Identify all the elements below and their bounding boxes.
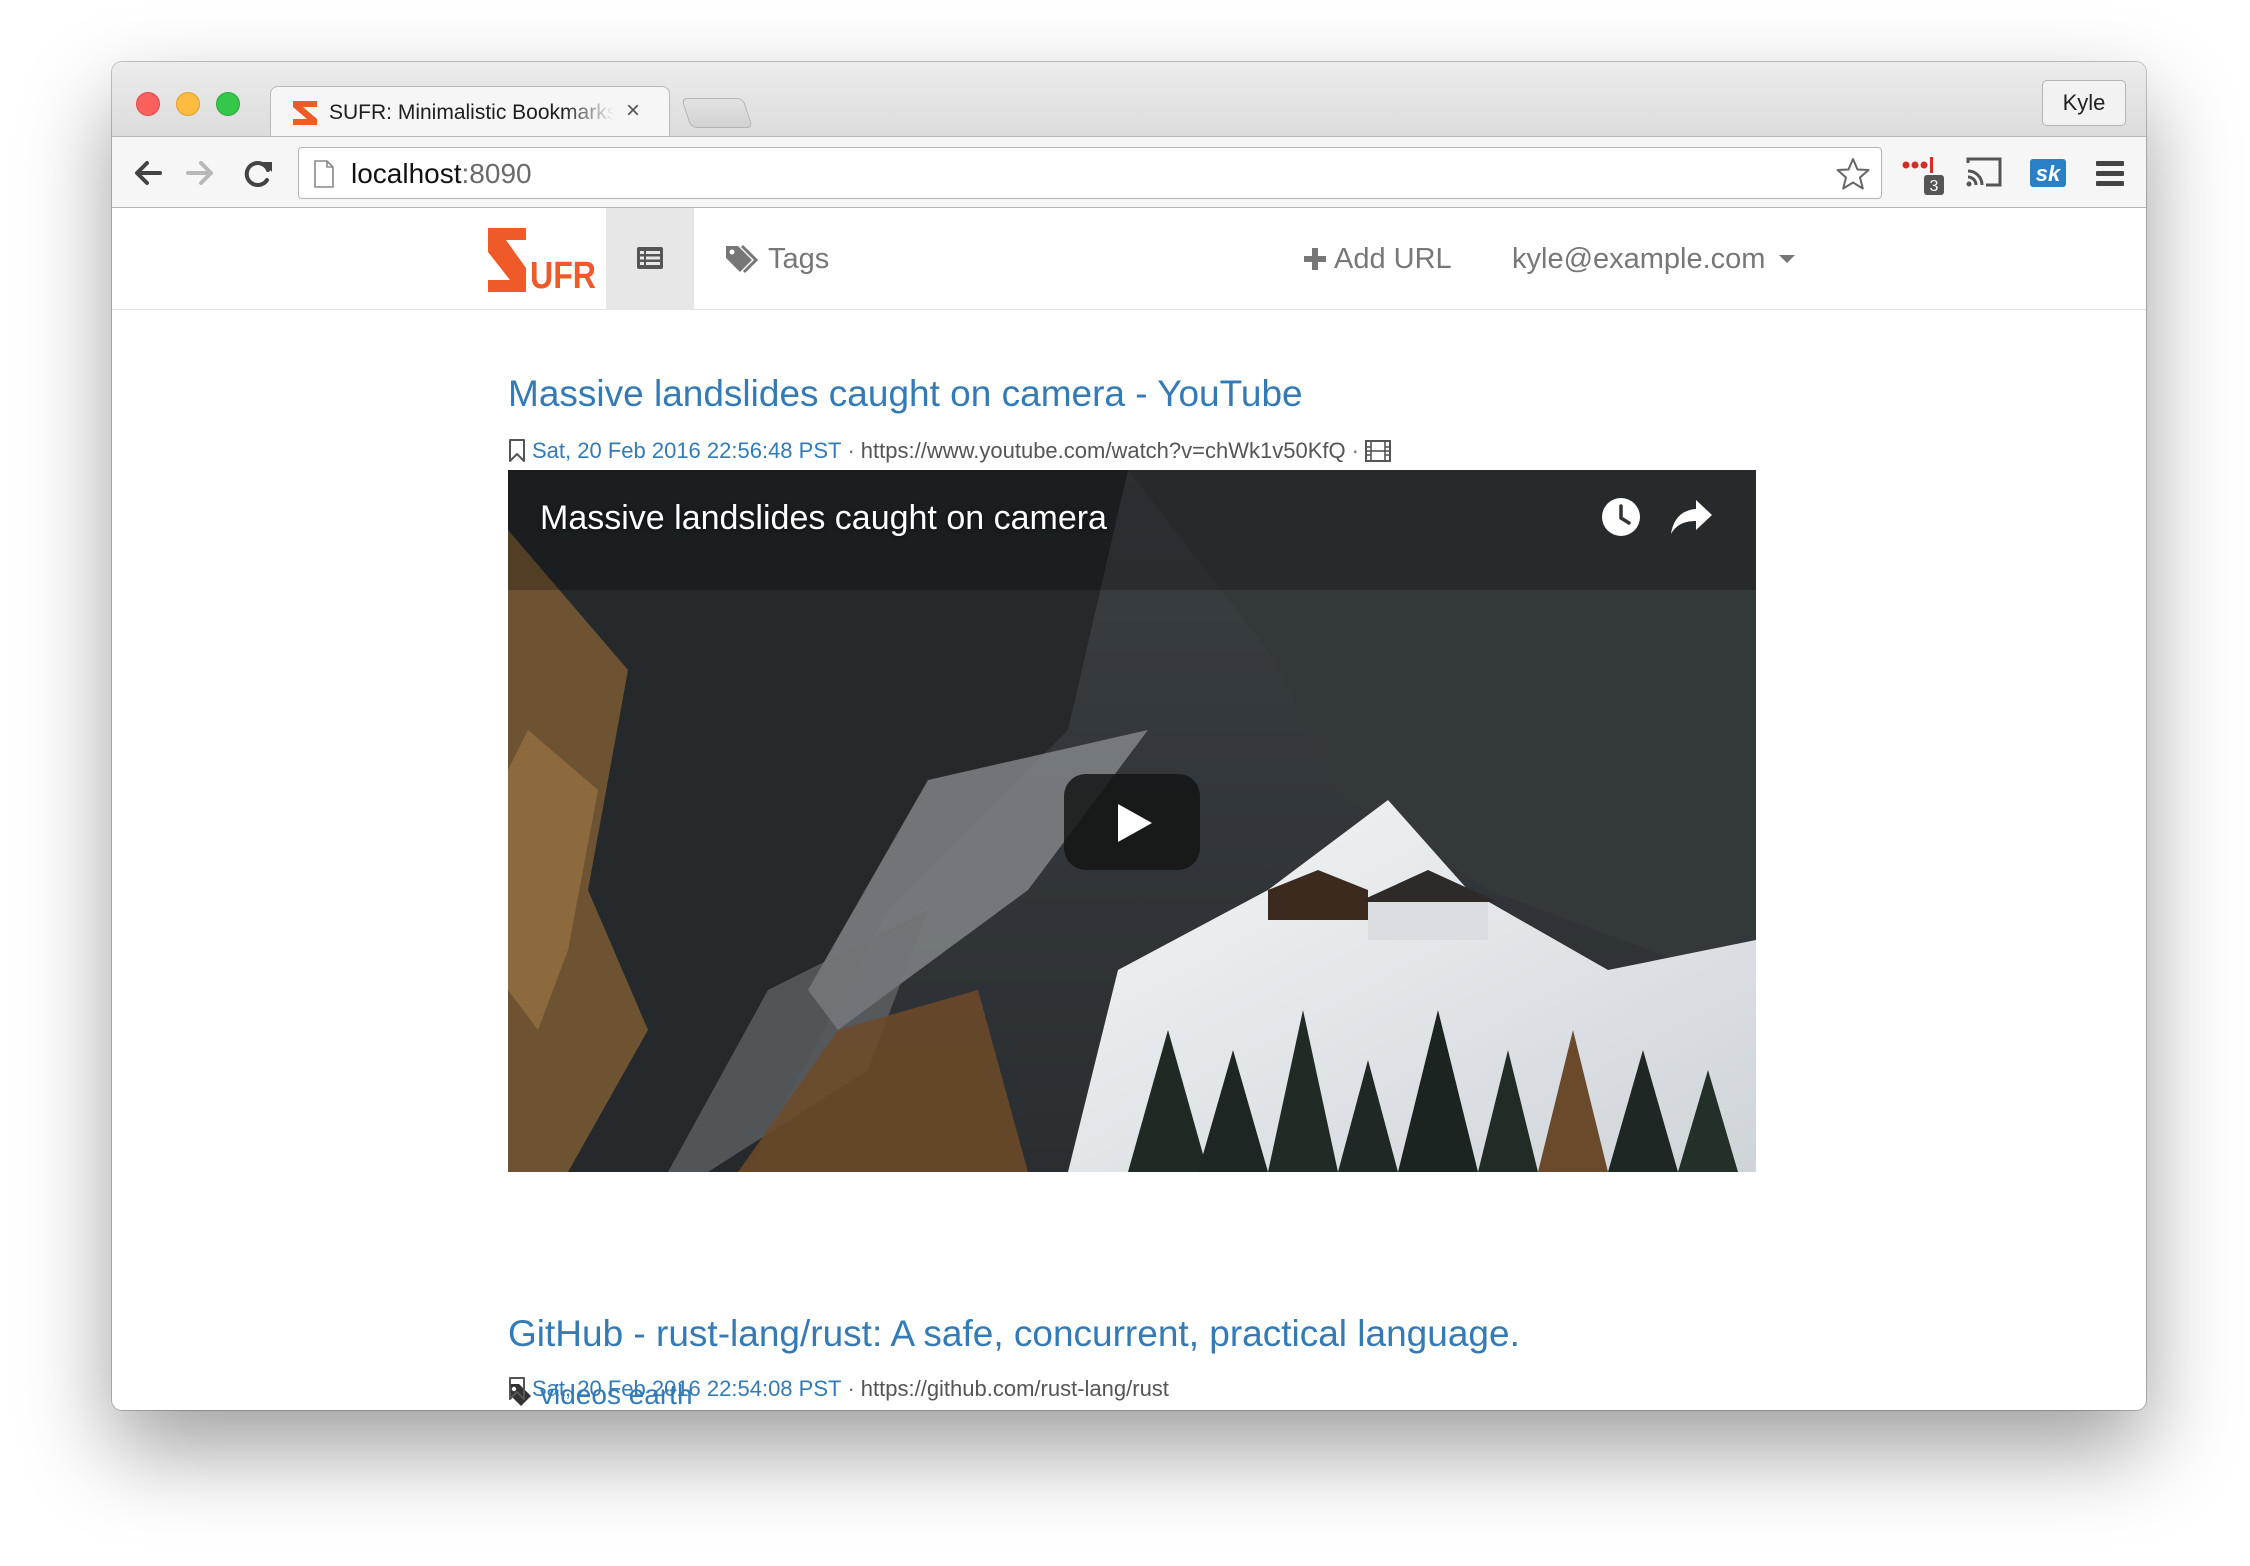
menu-icon[interactable] bbox=[2090, 151, 2130, 195]
minimize-window-button[interactable] bbox=[176, 92, 200, 116]
sufr-favicon-icon bbox=[293, 101, 317, 125]
nav-tags-link[interactable]: Tags bbox=[724, 240, 829, 278]
arrow-left-icon[interactable] bbox=[128, 153, 168, 193]
user-email: kyle@example.com bbox=[1512, 242, 1766, 275]
tab-title: SUFR: Minimalistic Bookmarks bbox=[329, 101, 614, 124]
page-icon bbox=[314, 160, 334, 188]
bookmark-title-link[interactable]: Massive landslides caught on camera - Yo… bbox=[508, 372, 1303, 416]
zoom-window-button[interactable] bbox=[216, 92, 240, 116]
meta-separator: · bbox=[847, 438, 855, 463]
add-url-label: Add URL bbox=[1334, 242, 1452, 275]
web-page: UFR Tags Add URL kyle@example.com Massiv… bbox=[112, 208, 2146, 1410]
browser-toolbar: localhost:8090 3 sk bbox=[112, 136, 2146, 208]
bookmark-icon bbox=[509, 1377, 525, 1400]
address-bar[interactable]: localhost:8090 bbox=[298, 147, 1882, 199]
bookmark-meta: Sat, 20 Feb 2016 22:54:08 PST · https://… bbox=[508, 1374, 1169, 1404]
lastpass-extension-icon[interactable]: 3 bbox=[1900, 151, 1946, 197]
browser-window: SUFR: Minimalistic Bookmarks × Kyle loca… bbox=[112, 62, 2146, 1410]
extension-sk-icon[interactable]: sk bbox=[2026, 151, 2070, 195]
plus-icon bbox=[1304, 248, 1326, 270]
star-icon[interactable] bbox=[1835, 156, 1871, 192]
new-tab-button[interactable] bbox=[681, 98, 753, 128]
bookmark-url: https://www.youtube.com/watch?v=chWk1v50… bbox=[860, 438, 1346, 463]
tags-icon bbox=[726, 244, 758, 274]
bookmark-url: https://github.com/rust-lang/rust bbox=[860, 1376, 1169, 1401]
title-bar: SUFR: Minimalistic Bookmarks × Kyle bbox=[112, 62, 2146, 136]
nav-list-view[interactable] bbox=[606, 208, 694, 310]
cast-icon[interactable] bbox=[1962, 151, 2006, 195]
tab-close-icon[interactable]: × bbox=[626, 97, 640, 125]
sufr-logo[interactable]: UFR bbox=[486, 224, 598, 296]
add-url-link[interactable]: Add URL bbox=[1304, 240, 1452, 278]
share-icon[interactable] bbox=[1668, 496, 1716, 538]
arrow-right-icon[interactable] bbox=[180, 153, 220, 193]
meta-separator: · bbox=[1351, 438, 1359, 463]
bookmark-icon bbox=[509, 439, 525, 462]
url-host: localhost bbox=[351, 158, 462, 189]
video-title[interactable]: Massive landslides caught on camera bbox=[540, 496, 1107, 540]
film-icon bbox=[1364, 440, 1391, 462]
nav-tags-label: Tags bbox=[768, 242, 830, 275]
url-text[interactable]: localhost:8090 bbox=[351, 159, 532, 189]
close-window-button[interactable] bbox=[136, 92, 160, 116]
bookmark-meta: Sat, 20 Feb 2016 22:56:48 PST · https://… bbox=[508, 436, 1391, 466]
bookmark-title-link[interactable]: GitHub - rust-lang/rust: A safe, concurr… bbox=[508, 1312, 1520, 1356]
svg-text:UFR: UFR bbox=[530, 255, 596, 296]
extension-badge: 3 bbox=[1930, 178, 1939, 195]
svg-text:sk: sk bbox=[2036, 161, 2062, 186]
clock-icon[interactable] bbox=[1598, 494, 1644, 540]
user-menu-dropdown[interactable]: kyle@example.com bbox=[1512, 240, 1796, 278]
browser-tab[interactable]: SUFR: Minimalistic Bookmarks × bbox=[270, 86, 670, 136]
reload-icon[interactable] bbox=[238, 153, 278, 193]
site-navbar: UFR Tags Add URL kyle@example.com bbox=[112, 208, 2146, 310]
meta-separator: · bbox=[847, 1376, 855, 1401]
bookmark-date[interactable]: Sat, 20 Feb 2016 22:56:48 PST bbox=[532, 438, 841, 464]
bookmark-date[interactable]: Sat, 20 Feb 2016 22:54:08 PST bbox=[532, 1376, 841, 1402]
chevron-down-icon bbox=[1779, 255, 1796, 263]
url-port: :8090 bbox=[461, 158, 532, 189]
profile-button[interactable]: Kyle bbox=[2042, 80, 2126, 126]
play-icon[interactable] bbox=[1064, 774, 1200, 870]
list-icon bbox=[637, 247, 663, 269]
embedded-video-player[interactable]: Massive landslides caught on camera bbox=[508, 470, 1756, 1172]
